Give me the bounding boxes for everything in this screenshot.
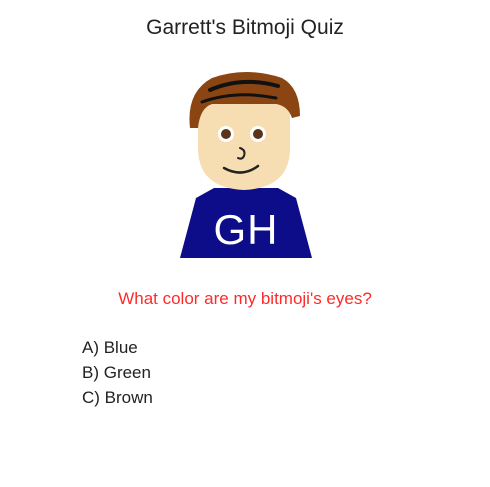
- answer-option-c[interactable]: C) Brown: [82, 385, 153, 410]
- answer-option-b[interactable]: B) Green: [82, 360, 153, 385]
- answer-list: A) Blue B) Green C) Brown: [82, 335, 153, 410]
- answer-option-a[interactable]: A) Blue: [82, 335, 153, 360]
- quiz-question: What color are my bitmoji's eyes?: [118, 289, 372, 308]
- right-eye-iris: [253, 129, 263, 139]
- quiz-title: Garrett's Bitmoji Quiz: [146, 16, 344, 39]
- left-eye-iris: [221, 129, 231, 139]
- shirt-initials: GH: [214, 206, 279, 253]
- bitmoji-avatar: GH: [180, 72, 312, 258]
